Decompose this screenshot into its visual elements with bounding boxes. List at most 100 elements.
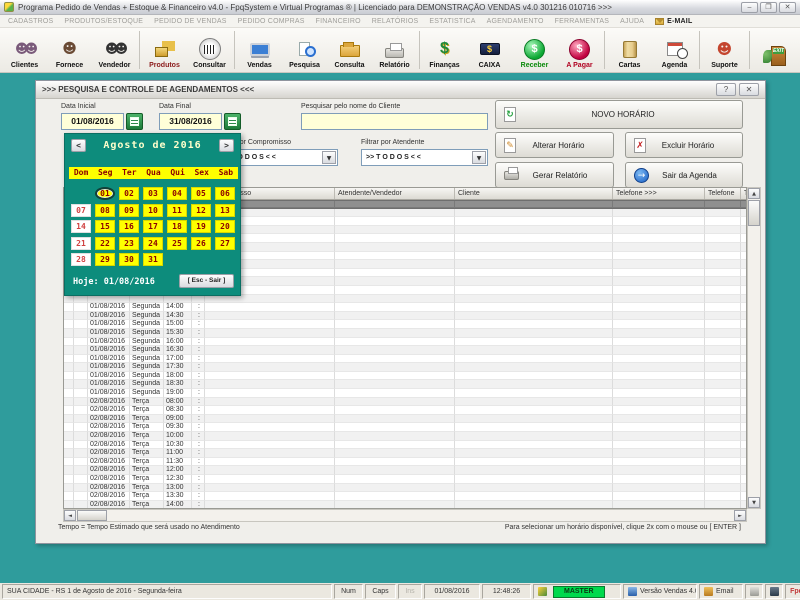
chevron-down-icon[interactable]: ▼: [472, 151, 486, 164]
calendar-esc-button[interactable]: [ Esc - Sair ]: [179, 274, 234, 288]
close-button[interactable]: ✕: [779, 2, 796, 13]
menu-item-agendamento[interactable]: AGENDAMENTO: [487, 18, 544, 25]
status-network-segment[interactable]: [765, 584, 783, 599]
table-row[interactable]: 02/08/2016Terça13:30:: [64, 492, 746, 501]
calendar-day[interactable]: 28: [71, 253, 91, 266]
panel-titlebar[interactable]: >>> PESQUISA E CONTROLE DE AGENDAMENTOS …: [36, 81, 765, 99]
table-row[interactable]: 02/08/2016Terça13:00:: [64, 484, 746, 493]
data-final-calendar-button[interactable]: [224, 113, 241, 130]
column-header-telefone[interactable]: Telefone: [705, 188, 741, 199]
menu-item-cadastros[interactable]: CADASTROS: [8, 18, 53, 25]
calendar-day[interactable]: 25: [167, 237, 187, 250]
data-inicial-calendar-button[interactable]: [126, 113, 143, 130]
menu-item-ajuda[interactable]: AJUDA: [620, 18, 644, 25]
toolbar-button-vendas[interactable]: Vendas: [237, 29, 282, 71]
calendar-day[interactable]: 12: [191, 204, 211, 217]
table-row[interactable]: 01/08/2016Segunda14:00:: [64, 303, 746, 312]
table-row[interactable]: 01/08/2016Segunda16:00:: [64, 338, 746, 347]
calendar-next-button[interactable]: >: [219, 139, 234, 152]
table-row[interactable]: 02/08/2016Terça11:00:: [64, 449, 746, 458]
calendar-day[interactable]: 07: [71, 204, 91, 217]
calendar-day[interactable]: 13: [215, 204, 235, 217]
calendar-day-selected[interactable]: 01: [95, 187, 115, 200]
calendar-day[interactable]: 05: [191, 187, 211, 200]
horizontal-scroll-thumb[interactable]: [77, 510, 107, 521]
excluir-horario-button[interactable]: ✗ Excluir Horário: [625, 132, 743, 158]
calendar-day[interactable]: 31: [143, 253, 163, 266]
table-row[interactable]: 01/08/2016Segunda17:00:: [64, 355, 746, 364]
table-row[interactable]: 02/08/2016Terça10:00:: [64, 432, 746, 441]
panel-close-button[interactable]: ✕: [739, 83, 759, 96]
calendar-day[interactable]: 22: [95, 237, 115, 250]
menu-item-financeiro[interactable]: FINANCEIRO: [316, 18, 361, 25]
toolbar-button-financas[interactable]: $Finanças: [422, 29, 467, 71]
menu-item-email[interactable]: E-MAIL: [655, 18, 692, 25]
table-row[interactable]: 02/08/2016Terça08:00:: [64, 398, 746, 407]
scroll-up-icon[interactable]: ▲: [748, 188, 760, 199]
calendar-day[interactable]: 26: [191, 237, 211, 250]
calendar-day[interactable]: 27: [215, 237, 235, 250]
toolbar-button-cartas[interactable]: Cartas: [607, 29, 652, 71]
calendar-day[interactable]: 19: [191, 220, 211, 233]
table-row[interactable]: 01/08/2016Segunda19:00:: [64, 389, 746, 398]
calendar-day[interactable]: 29: [95, 253, 115, 266]
toolbar-button-agenda[interactable]: Agenda: [652, 29, 697, 71]
toolbar-button-receber[interactable]: $Receber: [512, 29, 557, 71]
toolbar-button-produtos[interactable]: Produtos: [142, 29, 187, 71]
toolbar-button-suporte[interactable]: ☻Suporte: [702, 29, 747, 71]
calendar-day[interactable]: 21: [71, 237, 91, 250]
table-row[interactable]: 02/08/2016Terça11:30:: [64, 458, 746, 467]
table-row[interactable]: 02/08/2016Terça12:00:: [64, 466, 746, 475]
calendar-day[interactable]: 14: [71, 220, 91, 233]
calendar-day[interactable]: 09: [119, 204, 139, 217]
menu-item-produtos-estoque[interactable]: PRODUTOS/ESTOQUE: [64, 18, 143, 25]
table-row[interactable]: 02/08/2016Terça12:30:: [64, 475, 746, 484]
table-row[interactable]: 01/08/2016Segunda17:30:: [64, 363, 746, 372]
table-row[interactable]: 02/08/2016Terça09:00:: [64, 415, 746, 424]
toolbar-button-caixa[interactable]: $CAIXA: [467, 29, 512, 71]
calendar-day[interactable]: 06: [215, 187, 235, 200]
minimize-button[interactable]: –: [741, 2, 758, 13]
table-row[interactable]: 02/08/2016Terça09:30:: [64, 423, 746, 432]
sair-agenda-button[interactable]: → Sair da Agenda: [625, 162, 743, 188]
table-row[interactable]: 01/08/2016Segunda18:30:: [64, 380, 746, 389]
menu-item-estatistica[interactable]: ESTATISTICA: [429, 18, 475, 25]
gerar-relatorio-button[interactable]: Gerar Relatório: [495, 162, 614, 188]
table-row[interactable]: 01/08/2016Segunda14:30:: [64, 312, 746, 321]
calendar-day[interactable]: 10: [143, 204, 163, 217]
calendar-day[interactable]: 23: [119, 237, 139, 250]
calendar-day[interactable]: 20: [215, 220, 235, 233]
calendar-day[interactable]: 11: [167, 204, 187, 217]
table-row[interactable]: 02/08/2016Terça14:00:: [64, 501, 746, 509]
restore-button[interactable]: ❐: [760, 2, 777, 13]
horizontal-scrollbar[interactable]: ◄ ►: [63, 509, 747, 522]
table-row[interactable]: 01/08/2016Segunda18:00:: [64, 372, 746, 381]
menu-item-ferramentas[interactable]: FERRAMENTAS: [555, 18, 610, 25]
calendar-day[interactable]: 03: [143, 187, 163, 200]
calendar-day[interactable]: 08: [95, 204, 115, 217]
table-row[interactable]: 02/08/2016Terça08:30:: [64, 406, 746, 415]
table-row[interactable]: 02/08/2016Terça10:30:: [64, 441, 746, 450]
calendar-day[interactable]: 16: [119, 220, 139, 233]
calendar-day[interactable]: 18: [167, 220, 187, 233]
filter-atendente-select[interactable]: >> T O D O S < < ▼: [361, 149, 488, 166]
toolbar-button-relatorio[interactable]: Relatório: [372, 29, 417, 71]
vertical-scrollbar[interactable]: ▲ ▼: [747, 187, 761, 509]
toolbar-button-apagar[interactable]: $A Pagar: [557, 29, 602, 71]
table-row[interactable]: 01/08/2016Segunda15:00:: [64, 320, 746, 329]
toolbar-button-vendedor[interactable]: ☻☻Vendedor: [92, 29, 137, 71]
calendar-day[interactable]: 02: [119, 187, 139, 200]
toolbar-button-fornece[interactable]: ☻Fornece: [47, 29, 92, 71]
novo-horario-button[interactable]: ↻ NOVO HORÁRIO: [495, 100, 743, 129]
scroll-down-icon[interactable]: ▼: [748, 497, 760, 508]
data-inicial-input[interactable]: 01/08/2016: [61, 113, 124, 130]
toolbar-button-sair[interactable]: EXIT: [752, 29, 797, 71]
toolbar-button-clientes[interactable]: ☻☻Clientes: [2, 29, 47, 71]
chevron-down-icon[interactable]: ▼: [322, 151, 336, 164]
column-header-atendente-vendedor[interactable]: Atendente/Vendedor: [335, 188, 455, 199]
menu-item-pedido-compras[interactable]: PEDIDO COMPRAS: [238, 18, 305, 25]
calendar-day[interactable]: 15: [95, 220, 115, 233]
vertical-scroll-thumb[interactable]: [748, 200, 760, 226]
calendar-day[interactable]: 30: [119, 253, 139, 266]
table-row[interactable]: 01/08/2016Segunda16:30:: [64, 346, 746, 355]
